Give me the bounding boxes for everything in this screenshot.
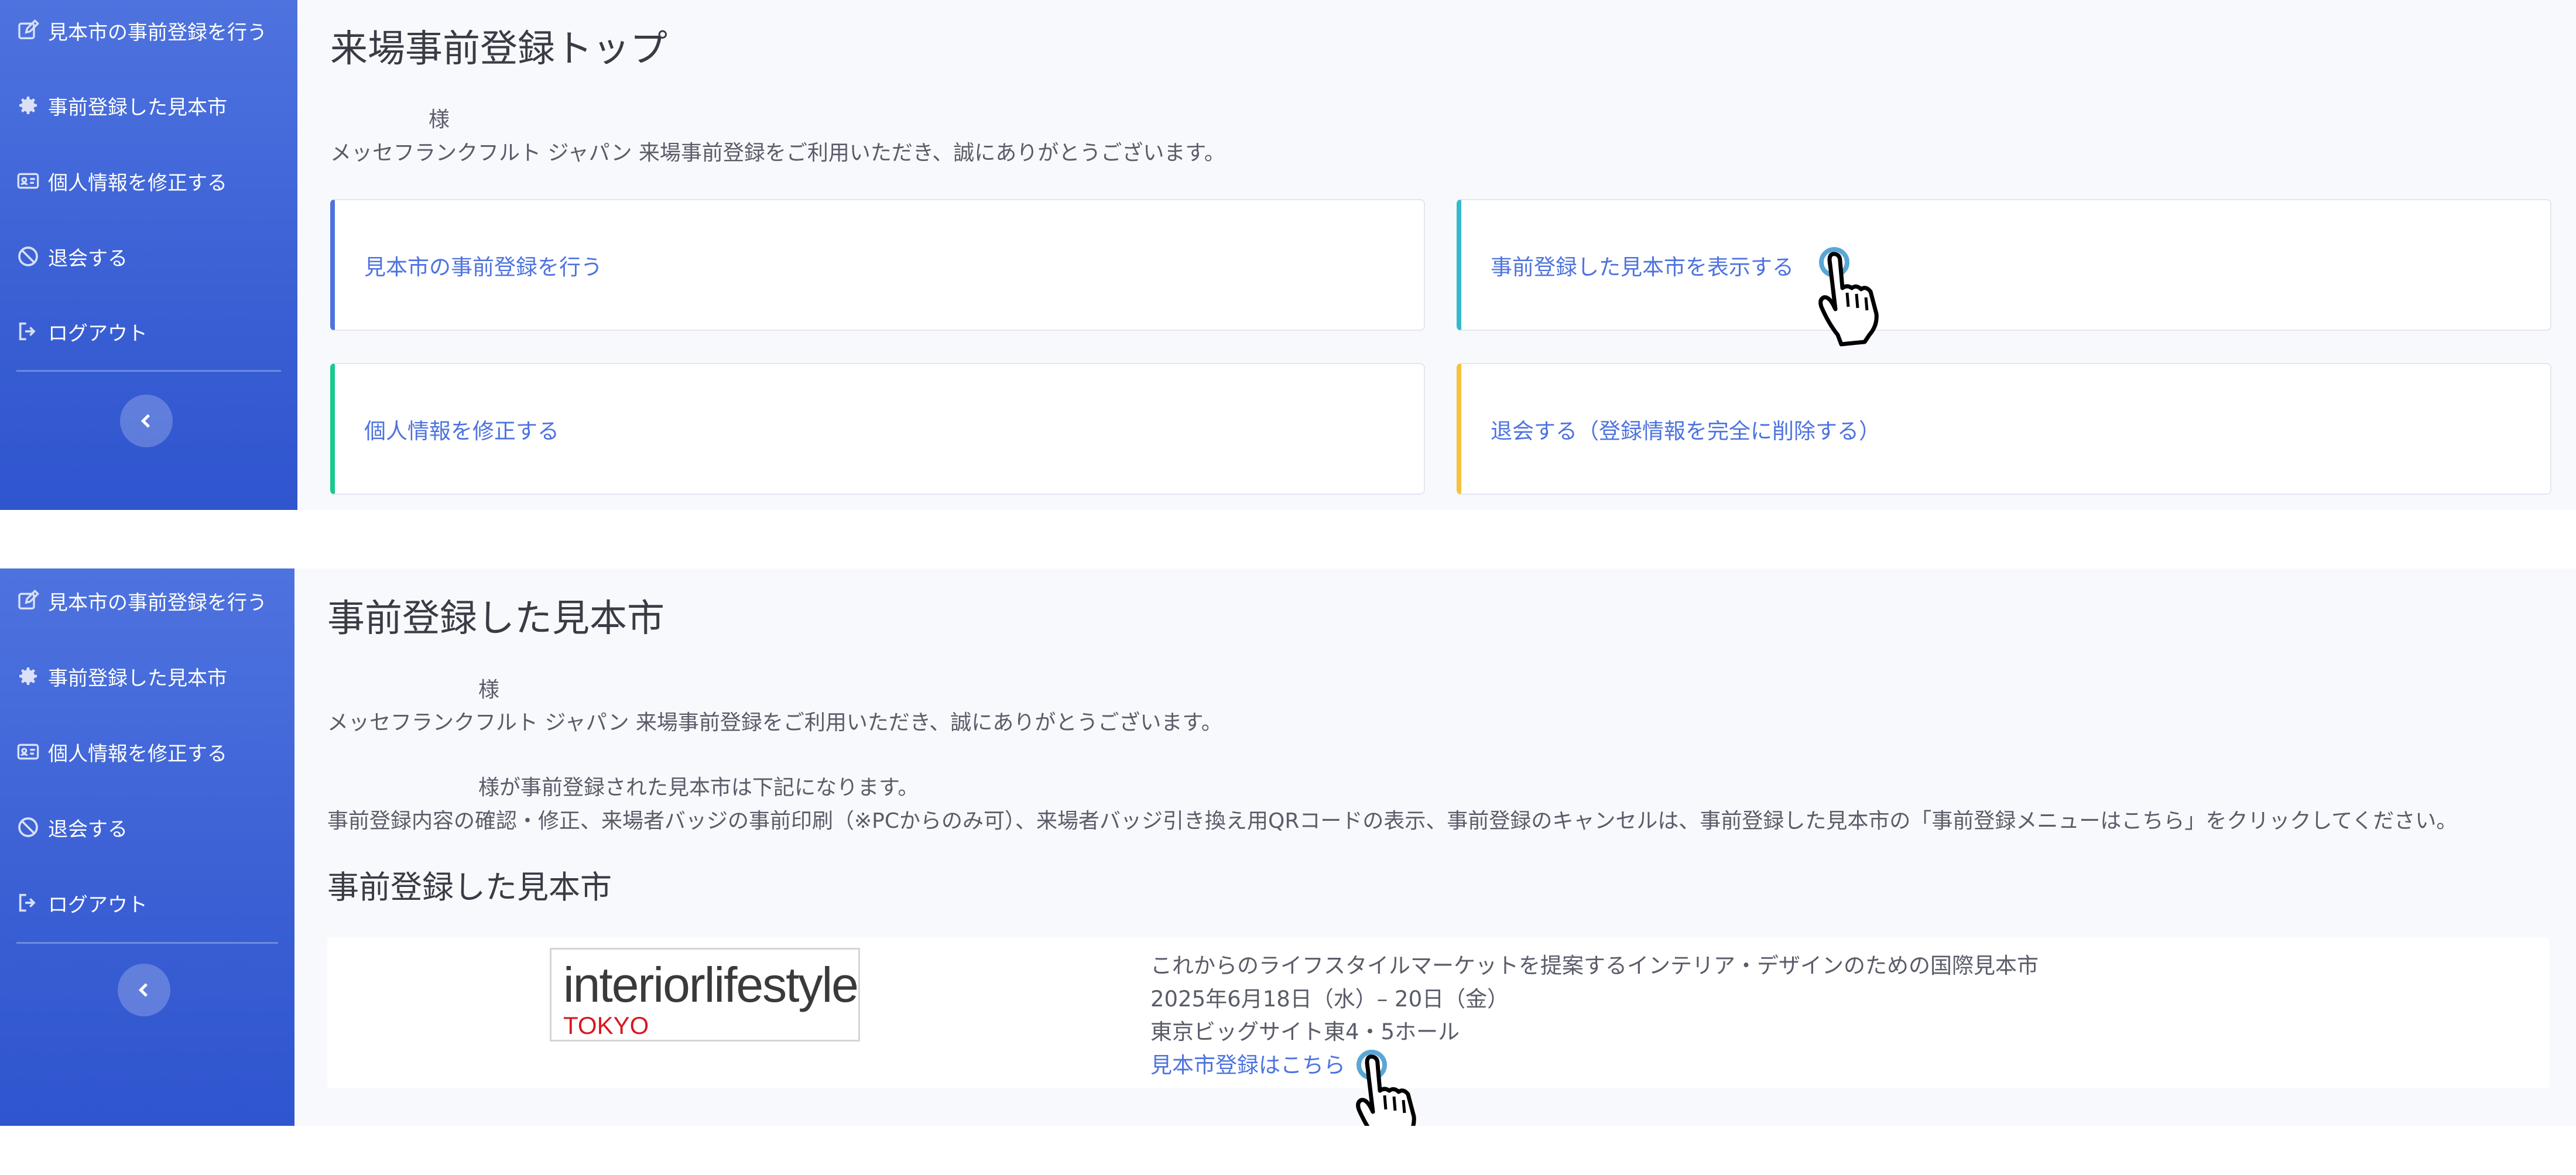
edit-icon: [16, 589, 40, 612]
card-show-registered-fairs-link[interactable]: 事前登録した見本市を表示する: [1491, 249, 1794, 281]
sidebar-item-label: 個人情報を修正する: [48, 171, 227, 195]
fair-dates: 2025年6月18日（水）– 20日（金）: [1150, 986, 1509, 1012]
greeting-suffix: 様: [478, 678, 500, 702]
fair-description: これからのライフスタイルマーケットを提案するインテリア・デザインのための国際見本…: [1150, 953, 2039, 978]
fair-venue: 東京ビッグサイト東4・5ホール: [1150, 1019, 1460, 1044]
sidebar-item-register[interactable]: 見本市の事前登録を行う: [16, 583, 267, 618]
page-title: 事前登録した見本市: [327, 597, 664, 640]
sidebar-item-label: ログアウト: [48, 321, 148, 345]
sidebar-item-label: 個人情報を修正する: [48, 742, 227, 766]
sidebar-item-register[interactable]: 見本市の事前登録を行う: [16, 13, 267, 48]
fair-logo: interiorlifestyle TOKYO: [550, 948, 860, 1042]
greeting-suffix: 様: [429, 108, 450, 132]
logo-wordmark: interiorlifestyle: [563, 957, 859, 1012]
instructions-text: 事前登録内容の確認・修正、来場者バッジの事前印刷（※PCからのみ可）、来場者バッ…: [327, 809, 2458, 833]
page-title: 来場事前登録トップ: [330, 28, 667, 71]
registered-fairs-screen: 見本市の事前登録を行う 事前登録した見本市 個人情報を修正する 退会する ログア…: [0, 568, 2576, 1126]
sidebar-item-profile[interactable]: 個人情報を修正する: [16, 734, 227, 769]
gear-icon: [16, 664, 40, 688]
sidebar-item-registered-fairs[interactable]: 事前登録した見本市: [16, 659, 227, 694]
id-card-icon: [16, 740, 40, 763]
card-withdraw[interactable]: 退会する（登録情報を完全に削除する）: [1457, 363, 2551, 495]
edit-icon: [16, 19, 40, 42]
main-content: 事前登録した見本市 様 メッセフランクフルト ジャパン 来場事前登録をご利用いた…: [294, 568, 2576, 1126]
sidebar-item-withdraw[interactable]: 退会する: [16, 810, 128, 845]
sidebar-toggle-button[interactable]: [120, 395, 173, 447]
sidebar-toggle-button[interactable]: [118, 964, 170, 1016]
sidebar-item-label: ログアウト: [48, 893, 148, 917]
sidebar-item-label: 事前登録した見本市: [48, 666, 227, 690]
welcome-message: メッセフランクフルト ジャパン 来場事前登録をご利用いただき、誠にありがとうござ…: [330, 141, 1225, 165]
fair-registration-link[interactable]: 見本市登録はこちら: [1150, 1047, 1345, 1079]
welcome-message: メッセフランクフルト ジャパン 来場事前登録をご利用いただき、誠にありがとうござ…: [327, 711, 1222, 735]
sidebar-item-logout[interactable]: ログアウト: [16, 885, 148, 920]
id-card-icon: [16, 169, 40, 193]
sidebar-item-registered-fairs[interactable]: 事前登録した見本市: [16, 88, 227, 123]
hand-cursor-icon: [1355, 1049, 1449, 1126]
card-register-fair[interactable]: 見本市の事前登録を行う: [330, 199, 1425, 331]
gear-icon: [16, 94, 40, 117]
hand-cursor-icon: [1818, 246, 1912, 363]
sidebar-item-label: 見本市の事前登録を行う: [48, 591, 267, 615]
sidebar-item-label: 事前登録した見本市: [48, 95, 227, 119]
main-content: 来場事前登録トップ 様 メッセフランクフルト ジャパン 来場事前登録をご利用いた…: [297, 0, 2576, 510]
ban-icon: [16, 816, 40, 839]
sidebar-item-withdraw[interactable]: 退会する: [16, 239, 128, 274]
card-register-fair-link[interactable]: 見本市の事前登録を行う: [364, 249, 602, 281]
sidebar-item-label: 退会する: [48, 246, 128, 270]
chevron-left-icon: [141, 414, 150, 428]
section-heading: 事前登録した見本市: [327, 869, 612, 906]
card-show-registered-fairs[interactable]: 事前登録した見本市を表示する: [1457, 199, 2551, 331]
sidebar: 見本市の事前登録を行う 事前登録した見本市 個人情報を修正する 退会する ログア…: [0, 0, 297, 510]
ban-icon: [16, 245, 40, 268]
sidebar-divider: [16, 370, 281, 372]
logo-city: TOKYO: [563, 1012, 649, 1039]
sidebar-item-label: 退会する: [48, 817, 128, 841]
sign-out-icon: [16, 320, 40, 343]
top-page-screen: 見本市の事前登録を行う 事前登録した見本市 個人情報を修正する 退会する ログア…: [0, 0, 2576, 510]
card-edit-profile[interactable]: 個人情報を修正する: [330, 363, 1425, 495]
card-edit-profile-link[interactable]: 個人情報を修正する: [364, 413, 559, 445]
card-withdraw-link[interactable]: 退会する（登録情報を完全に削除する）: [1491, 413, 1880, 445]
chevron-left-icon: [138, 983, 148, 997]
sign-out-icon: [16, 891, 40, 914]
sidebar-divider: [16, 942, 278, 944]
sidebar-item-profile[interactable]: 個人情報を修正する: [16, 163, 227, 198]
sidebar-item-label: 見本市の事前登録を行う: [48, 20, 267, 44]
registered-note: 様が事前登録された見本市は下記になります。: [478, 776, 919, 800]
sidebar: 見本市の事前登録を行う 事前登録した見本市 個人情報を修正する 退会する ログア…: [0, 568, 294, 1126]
sidebar-item-logout[interactable]: ログアウト: [16, 314, 148, 349]
